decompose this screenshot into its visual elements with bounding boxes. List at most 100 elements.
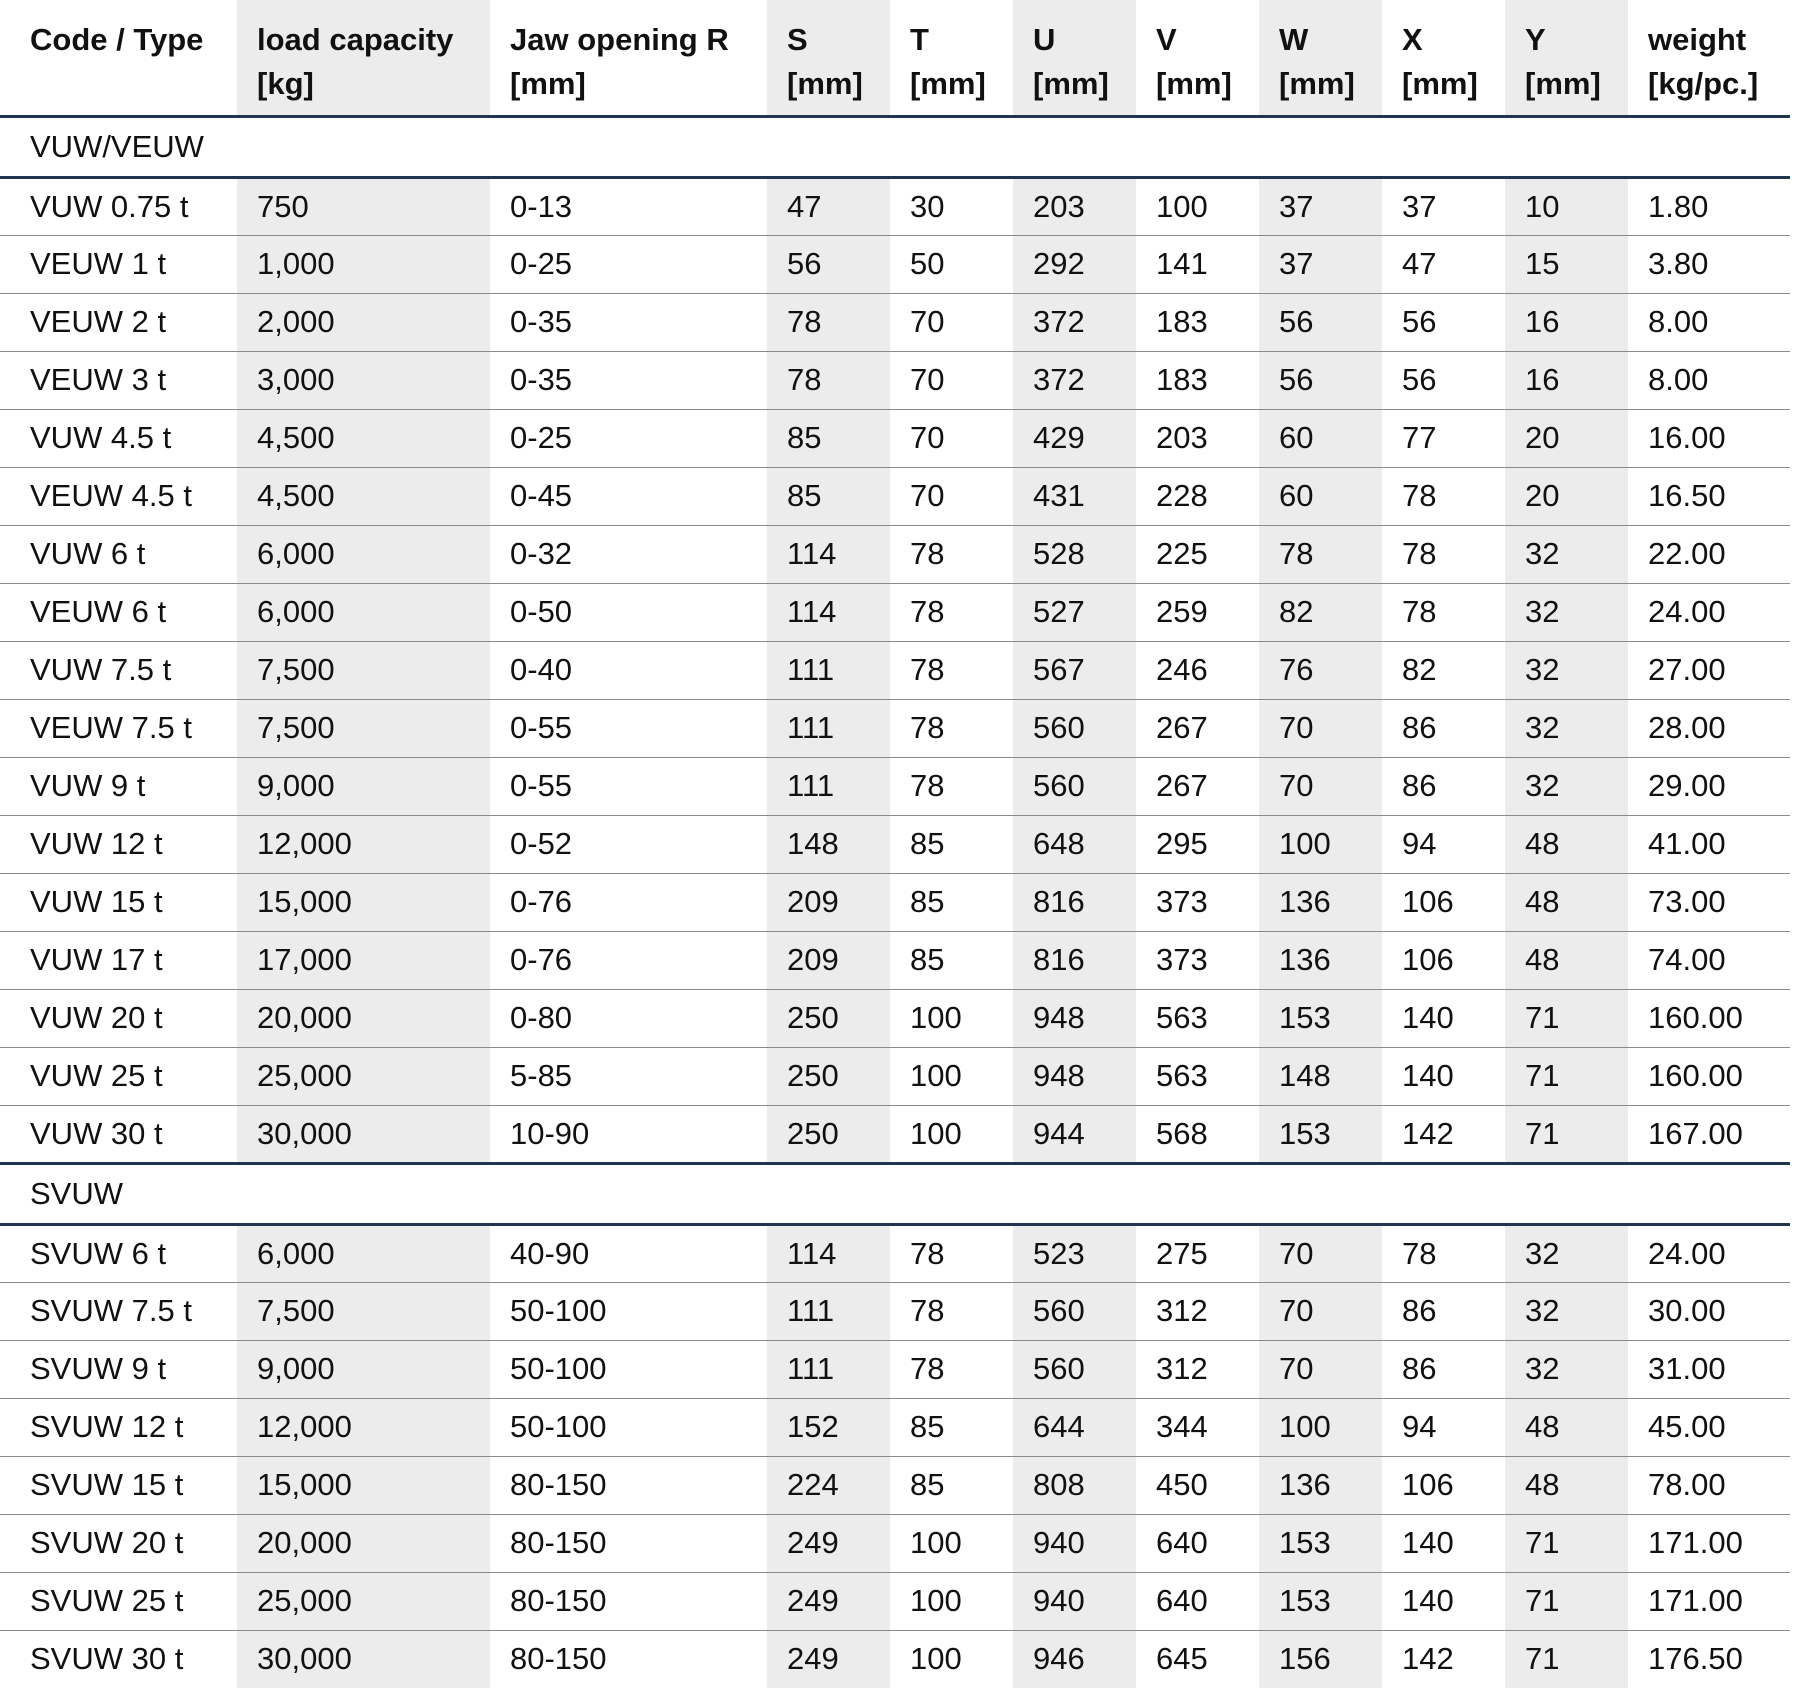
cell-u: 808 [1013, 1456, 1136, 1515]
cell-w: 82 [1259, 583, 1382, 642]
cell-code-type: VUW 25 t [0, 1047, 237, 1106]
cell-weight: 45.00 [1628, 1398, 1790, 1457]
cell-t: 70 [890, 351, 1013, 410]
cell-code-type: SVUW 12 t [0, 1398, 237, 1457]
cell-w: 148 [1259, 1047, 1382, 1106]
cell-s: 111 [767, 757, 890, 816]
cell-v: 267 [1136, 699, 1259, 758]
cell-t: 78 [890, 1340, 1013, 1399]
cell-t: 100 [910, 1641, 962, 1677]
group-header-row: VUW/VEUW [0, 116, 1790, 179]
cell-jaw-opening: 0-52 [490, 815, 767, 874]
cell-jaw-opening: 0-45 [490, 467, 767, 526]
cell-load-capacity: 25,000 [237, 1572, 490, 1631]
column-header-unit: [mm] [1402, 66, 1478, 101]
cell-u: 429 [1013, 409, 1136, 468]
table-row: VUW 30 t 30,000 10-90 250 100 944 568 153 142 71 1… [0, 1105, 1790, 1163]
cell-t: 78 [890, 757, 1013, 816]
column-header-code-type: Code / Type [0, 0, 237, 118]
cell-code-type: VUW 30 t [30, 1115, 163, 1151]
cell-w: 153 [1259, 1572, 1382, 1631]
cell-y: 32 [1505, 1282, 1628, 1341]
cell-s: 111 [767, 1340, 890, 1399]
cell-w: 70 [1259, 1282, 1382, 1341]
cell-jaw-opening: 0-55 [490, 699, 767, 758]
cell-weight: 171.00 [1628, 1514, 1790, 1573]
cell-weight: 74.00 [1628, 931, 1790, 990]
column-header-label: X [1402, 22, 1423, 57]
cell-jaw-opening: 0-80 [490, 989, 767, 1048]
cell-s: 249 [767, 1514, 890, 1573]
cell-s: 114 [767, 1224, 890, 1283]
cell-weight: 24.00 [1628, 1224, 1790, 1283]
cell-weight: 167.00 [1648, 1115, 1743, 1151]
cell-load-capacity: 12,000 [237, 815, 490, 874]
cell-w: 136 [1259, 1456, 1382, 1515]
cell-v: 225 [1136, 525, 1259, 584]
cell-code-type: VUW 17 t [0, 931, 237, 990]
cell-y: 32 [1505, 1224, 1628, 1283]
cell-s: 152 [767, 1398, 890, 1457]
cell-load-capacity: 9,000 [237, 757, 490, 816]
cell-w: 156 [1259, 1630, 1382, 1688]
cell-u: 816 [1013, 873, 1136, 932]
column-header-u: U [mm] [1013, 0, 1136, 118]
cell-weight: 171.00 [1628, 1572, 1790, 1631]
cell-s: 250 [767, 1105, 890, 1163]
cell-u: 372 [1013, 293, 1136, 352]
cell-jaw-opening: 0-55 [490, 757, 767, 816]
column-header-y: Y [mm] [1505, 0, 1628, 118]
column-header-weight: weight [kg/pc.] [1628, 0, 1790, 118]
cell-jaw-opening: 50-100 [490, 1340, 767, 1399]
cell-code-type: VEUW 2 t [0, 293, 237, 352]
cell-x: 78 [1382, 583, 1505, 642]
column-header-label: weight [1648, 22, 1747, 57]
cell-x: 82 [1382, 641, 1505, 700]
cell-s: 111 [767, 1282, 890, 1341]
cell-weight: 160.00 [1628, 1047, 1790, 1106]
cell-code-type: SVUW 7.5 t [0, 1282, 237, 1341]
cell-t: 100 [890, 1572, 1013, 1631]
cell-t: 78 [890, 525, 1013, 584]
cell-jaw-opening: 80-150 [490, 1456, 767, 1515]
cell-code-type: VEUW 7.5 t [0, 699, 237, 758]
cell-jaw-opening: 80-150 [490, 1572, 767, 1631]
cell-t: 100 [890, 1514, 1013, 1573]
cell-jaw-opening: 0-13 [490, 177, 767, 236]
cell-v: 450 [1136, 1456, 1259, 1515]
table-row: VEUW 2 t 2,000 0-35 78 70 372 183 56 56 16 8.00 [0, 293, 1790, 352]
cell-t: 100 [890, 1047, 1013, 1106]
cell-x: 140 [1382, 1514, 1505, 1573]
cell-x: 94 [1382, 815, 1505, 874]
cell-y: 48 [1505, 1456, 1628, 1515]
table-row: VUW 7.5 t 7,500 0-40 111 78 567 246 76 82 32 27.00 [0, 641, 1790, 700]
cell-u: 560 [1013, 757, 1136, 816]
cell-weight: 41.00 [1628, 815, 1790, 874]
cell-weight: 24.00 [1628, 583, 1790, 642]
cell-load-capacity: 4,500 [237, 467, 490, 526]
table-row: SVUW 6 t 6,000 40-90 114 78 523 275 70 78 32 24.00 [0, 1224, 1790, 1283]
table-row: SVUW 7.5 t 7,500 50-100 111 78 560 312 70 86 32 30… [0, 1282, 1790, 1341]
cell-jaw-opening: 0-35 [490, 293, 767, 352]
cell-w: 136 [1259, 873, 1382, 932]
cell-t: 85 [890, 1398, 1013, 1457]
cell-y: 71 [1505, 1514, 1628, 1573]
cell-s: 209 [767, 873, 890, 932]
cell-y: 32 [1505, 641, 1628, 700]
cell-code-type: VEUW 4.5 t [0, 467, 237, 526]
cell-y: 48 [1505, 931, 1628, 990]
column-header-unit: [mm] [1279, 66, 1355, 101]
cell-u: 203 [1013, 177, 1136, 236]
cell-v: 100 [1136, 177, 1259, 236]
cell-y: 71 [1505, 1105, 1628, 1163]
cell-code-type: VUW 9 t [0, 757, 237, 816]
cell-jaw-opening: 50-100 [490, 1282, 767, 1341]
cell-weight: 16.00 [1628, 409, 1790, 468]
cell-w: 70 [1259, 699, 1382, 758]
cell-x: 86 [1382, 1340, 1505, 1399]
table-row: VEUW 1 t 1,000 0-25 56 50 292 141 37 47 15 3.80 [0, 235, 1790, 294]
column-header-v: V [mm] [1136, 0, 1259, 118]
cell-x: 106 [1382, 873, 1505, 932]
cell-jaw-opening: 0-50 [490, 583, 767, 642]
cell-code-type: VUW 12 t [0, 815, 237, 874]
